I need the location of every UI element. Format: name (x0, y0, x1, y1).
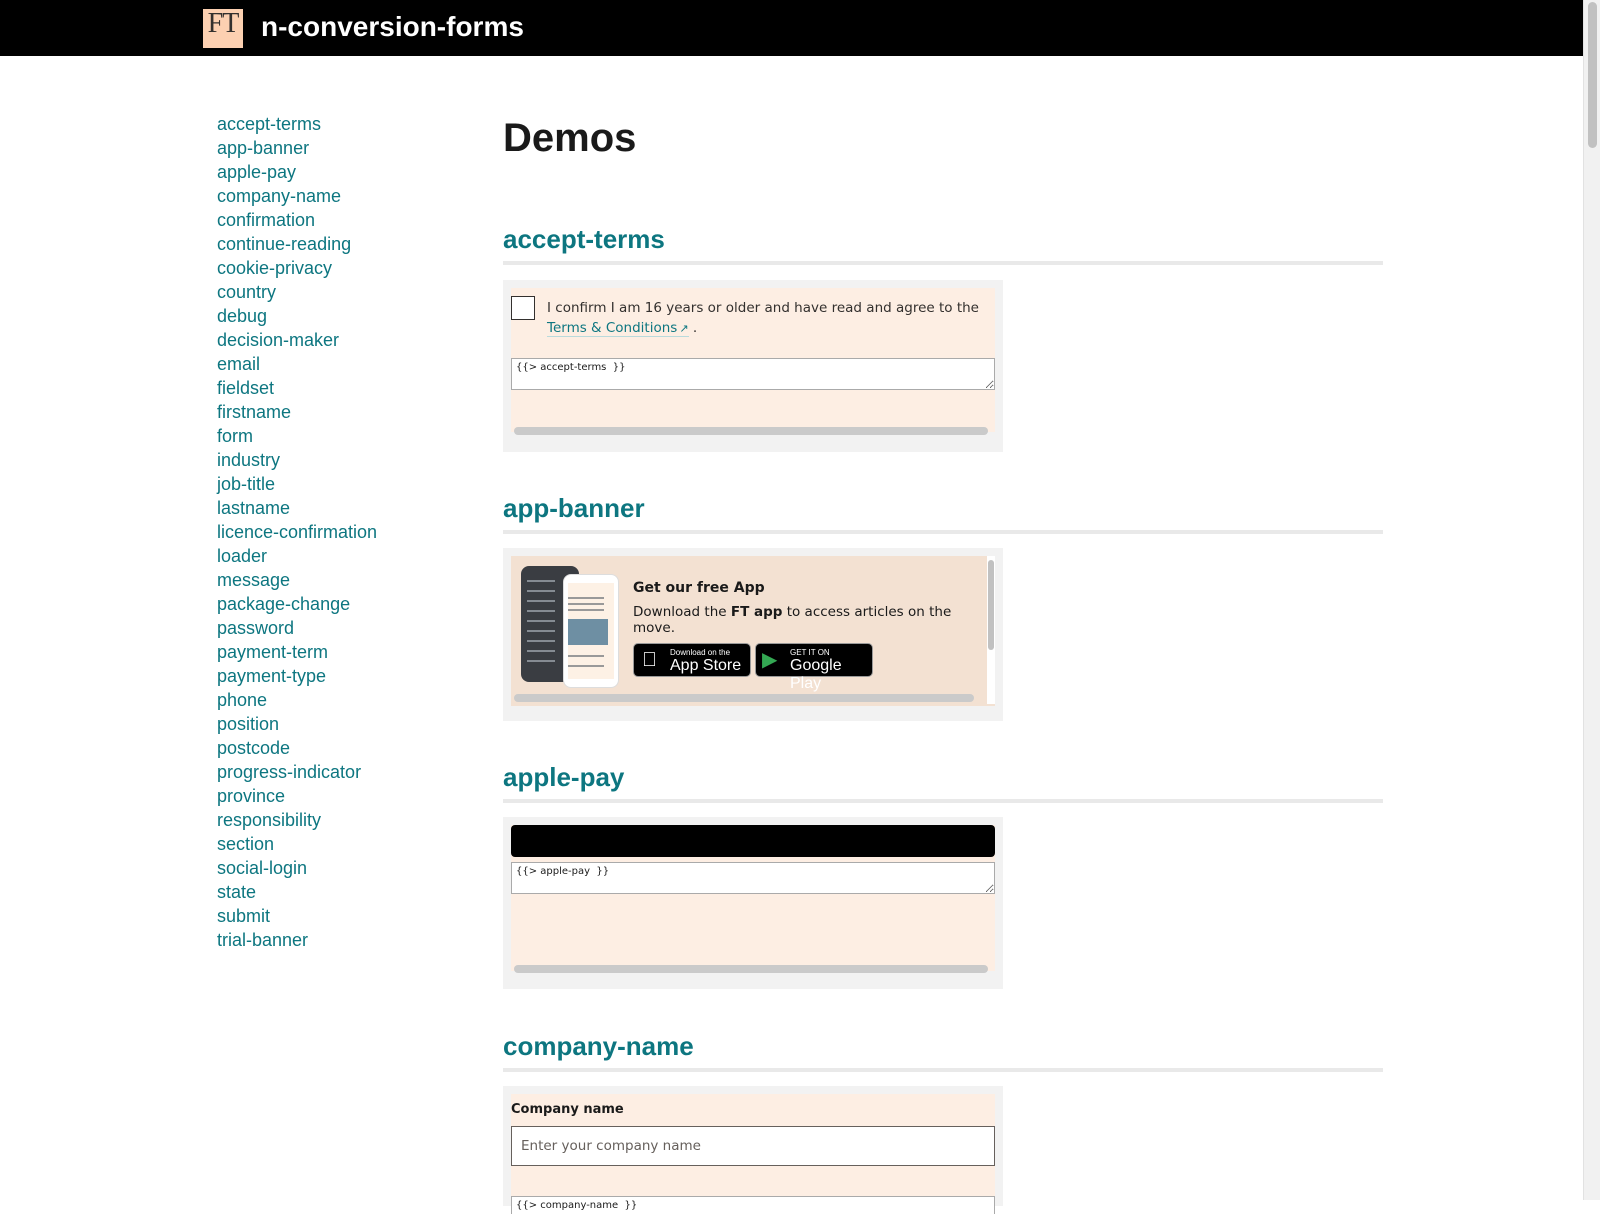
accept-terms-text-before: I confirm I am 16 years or older and hav… (547, 300, 979, 316)
sidebar-item-firstname[interactable]: firstname (217, 400, 477, 424)
sidebar-item-fieldset[interactable]: fieldset (217, 376, 477, 400)
accept-terms-hscrollbar[interactable] (514, 427, 988, 435)
company-name-label: Company name (511, 1102, 624, 1117)
sidebar-item-payment-term[interactable]: payment-term (217, 640, 477, 664)
sidebar-item-section[interactable]: section (217, 832, 477, 856)
ft-logo[interactable]: FT (203, 9, 243, 48)
sidebar-item-country[interactable]: country (217, 280, 477, 304)
app-phones-illustration (521, 566, 621, 688)
sidebar-item-social-login[interactable]: social-login (217, 856, 477, 880)
sidebar-item-job-title[interactable]: job-title (217, 472, 477, 496)
section-title-app-banner: app-banner (503, 492, 1383, 534)
terms-conditions-link[interactable]: Terms & Conditions ↗ (547, 320, 689, 337)
apple-pay-snippet[interactable]: {{> apple-pay }} (511, 862, 995, 894)
sidebar-item-app-banner[interactable]: app-banner (217, 136, 477, 160)
sidebar-item-trial-banner[interactable]: trial-banner (217, 928, 477, 952)
apple-pay-hscrollbar[interactable] (514, 965, 988, 973)
accept-terms-snippet[interactable]: {{> accept-terms }} (511, 358, 995, 390)
sidebar-item-responsibility[interactable]: responsibility (217, 808, 477, 832)
demo-company-name-viewport: Company name {{> company-name }} (511, 1094, 995, 1214)
sidebar-item-position[interactable]: position (217, 712, 477, 736)
company-name-snippet[interactable]: {{> company-name }} (511, 1196, 995, 1214)
google-play-button[interactable]: ▶ GET IT ON Google Play (755, 643, 873, 692)
app-desc-bold: FT app (730, 604, 783, 620)
demo-accept-terms-viewport: I confirm I am 16 years or older and hav… (511, 288, 995, 432)
phone-light-icon (563, 574, 619, 688)
page-scrollbar-thumb[interactable] (1588, 2, 1597, 148)
app-banner-hscrollbar[interactable] (514, 694, 974, 702)
sidebar-item-apple-pay[interactable]: apple-pay (217, 160, 477, 184)
sidebar-item-postcode[interactable]: postcode (217, 736, 477, 760)
sidebar-item-form[interactable]: form (217, 424, 477, 448)
sidebar-item-company-name[interactable]: company-name (217, 184, 477, 208)
section-title-accept-terms: accept-terms (503, 223, 1383, 265)
app-banner-vscroll-thumb[interactable] (988, 560, 994, 650)
sidebar-nav: accept-terms app-banner apple-pay compan… (217, 112, 477, 952)
sidebar-item-message[interactable]: message (217, 568, 477, 592)
google-play-big-text: Google Play (790, 657, 842, 692)
external-link-icon: ↗ (679, 322, 689, 335)
app-banner-heading: Get our free App (633, 580, 765, 596)
google-play-small-text: GET IT ON (790, 648, 830, 657)
terms-conditions-link-label: Terms & Conditions (547, 320, 678, 336)
page-scrollbar[interactable] (1583, 0, 1600, 1200)
sidebar-item-accept-terms[interactable]: accept-terms (217, 112, 477, 136)
company-name-input[interactable] (511, 1126, 995, 1166)
sidebar-item-phone[interactable]: phone (217, 688, 477, 712)
sidebar-item-industry[interactable]: industry (217, 448, 477, 472)
sidebar-item-password[interactable]: password (217, 616, 477, 640)
app-desc-before: Download the (633, 604, 731, 620)
app-store-button[interactable]:  Download on the App Store (633, 643, 751, 677)
sidebar-item-loader[interactable]: loader (217, 544, 477, 568)
demo-accept-terms: I confirm I am 16 years or older and hav… (503, 280, 1003, 452)
sidebar-item-debug[interactable]: debug (217, 304, 477, 328)
accept-terms-checkbox[interactable] (511, 296, 535, 320)
demo-app-banner-viewport: Get our free App Download the FT app to … (511, 556, 995, 706)
section-title-apple-pay: apple-pay (503, 761, 1383, 803)
demo-apple-pay: {{> apple-pay }} (503, 817, 1003, 989)
sidebar-item-decision-maker[interactable]: decision-maker (217, 328, 477, 352)
app-store-big-text: App Store (670, 657, 742, 674)
apple-icon:  (642, 649, 657, 671)
sidebar-item-confirmation[interactable]: confirmation (217, 208, 477, 232)
app-banner-vscroll[interactable] (987, 556, 995, 704)
site-title[interactable]: n-conversion-forms (261, 10, 524, 44)
demo-apple-pay-viewport: {{> apple-pay }} (511, 825, 995, 971)
sidebar-item-state[interactable]: state (217, 880, 477, 904)
demo-company-name: Company name {{> company-name }} (503, 1086, 1003, 1214)
app-store-small-text: Download on the (670, 648, 731, 657)
sidebar-item-continue-reading[interactable]: continue-reading (217, 232, 477, 256)
sidebar-item-progress-indicator[interactable]: progress-indicator (217, 760, 477, 784)
accept-terms-text-after: . (692, 320, 698, 336)
sidebar-item-package-change[interactable]: package-change (217, 592, 477, 616)
sidebar-item-lastname[interactable]: lastname (217, 496, 477, 520)
sidebar-item-licence-confirmation[interactable]: licence-confirmation (217, 520, 477, 544)
app-banner-description: Download the FT app to access articles o… (633, 604, 995, 636)
sidebar-item-cookie-privacy[interactable]: cookie-privacy (217, 256, 477, 280)
demo-app-banner: Get our free App Download the FT app to … (503, 548, 1003, 721)
site-header: FT n-conversion-forms (0, 0, 1583, 56)
sidebar-item-payment-type[interactable]: payment-type (217, 664, 477, 688)
apple-pay-button[interactable] (511, 825, 995, 857)
sidebar-item-province[interactable]: province (217, 784, 477, 808)
accept-terms-text: I confirm I am 16 years or older and hav… (547, 298, 987, 339)
google-play-icon: ▶ (762, 649, 778, 671)
section-title-company-name: company-name (503, 1030, 1383, 1072)
page-title: Demos (503, 116, 637, 160)
sidebar-item-email[interactable]: email (217, 352, 477, 376)
sidebar-item-submit[interactable]: submit (217, 904, 477, 928)
